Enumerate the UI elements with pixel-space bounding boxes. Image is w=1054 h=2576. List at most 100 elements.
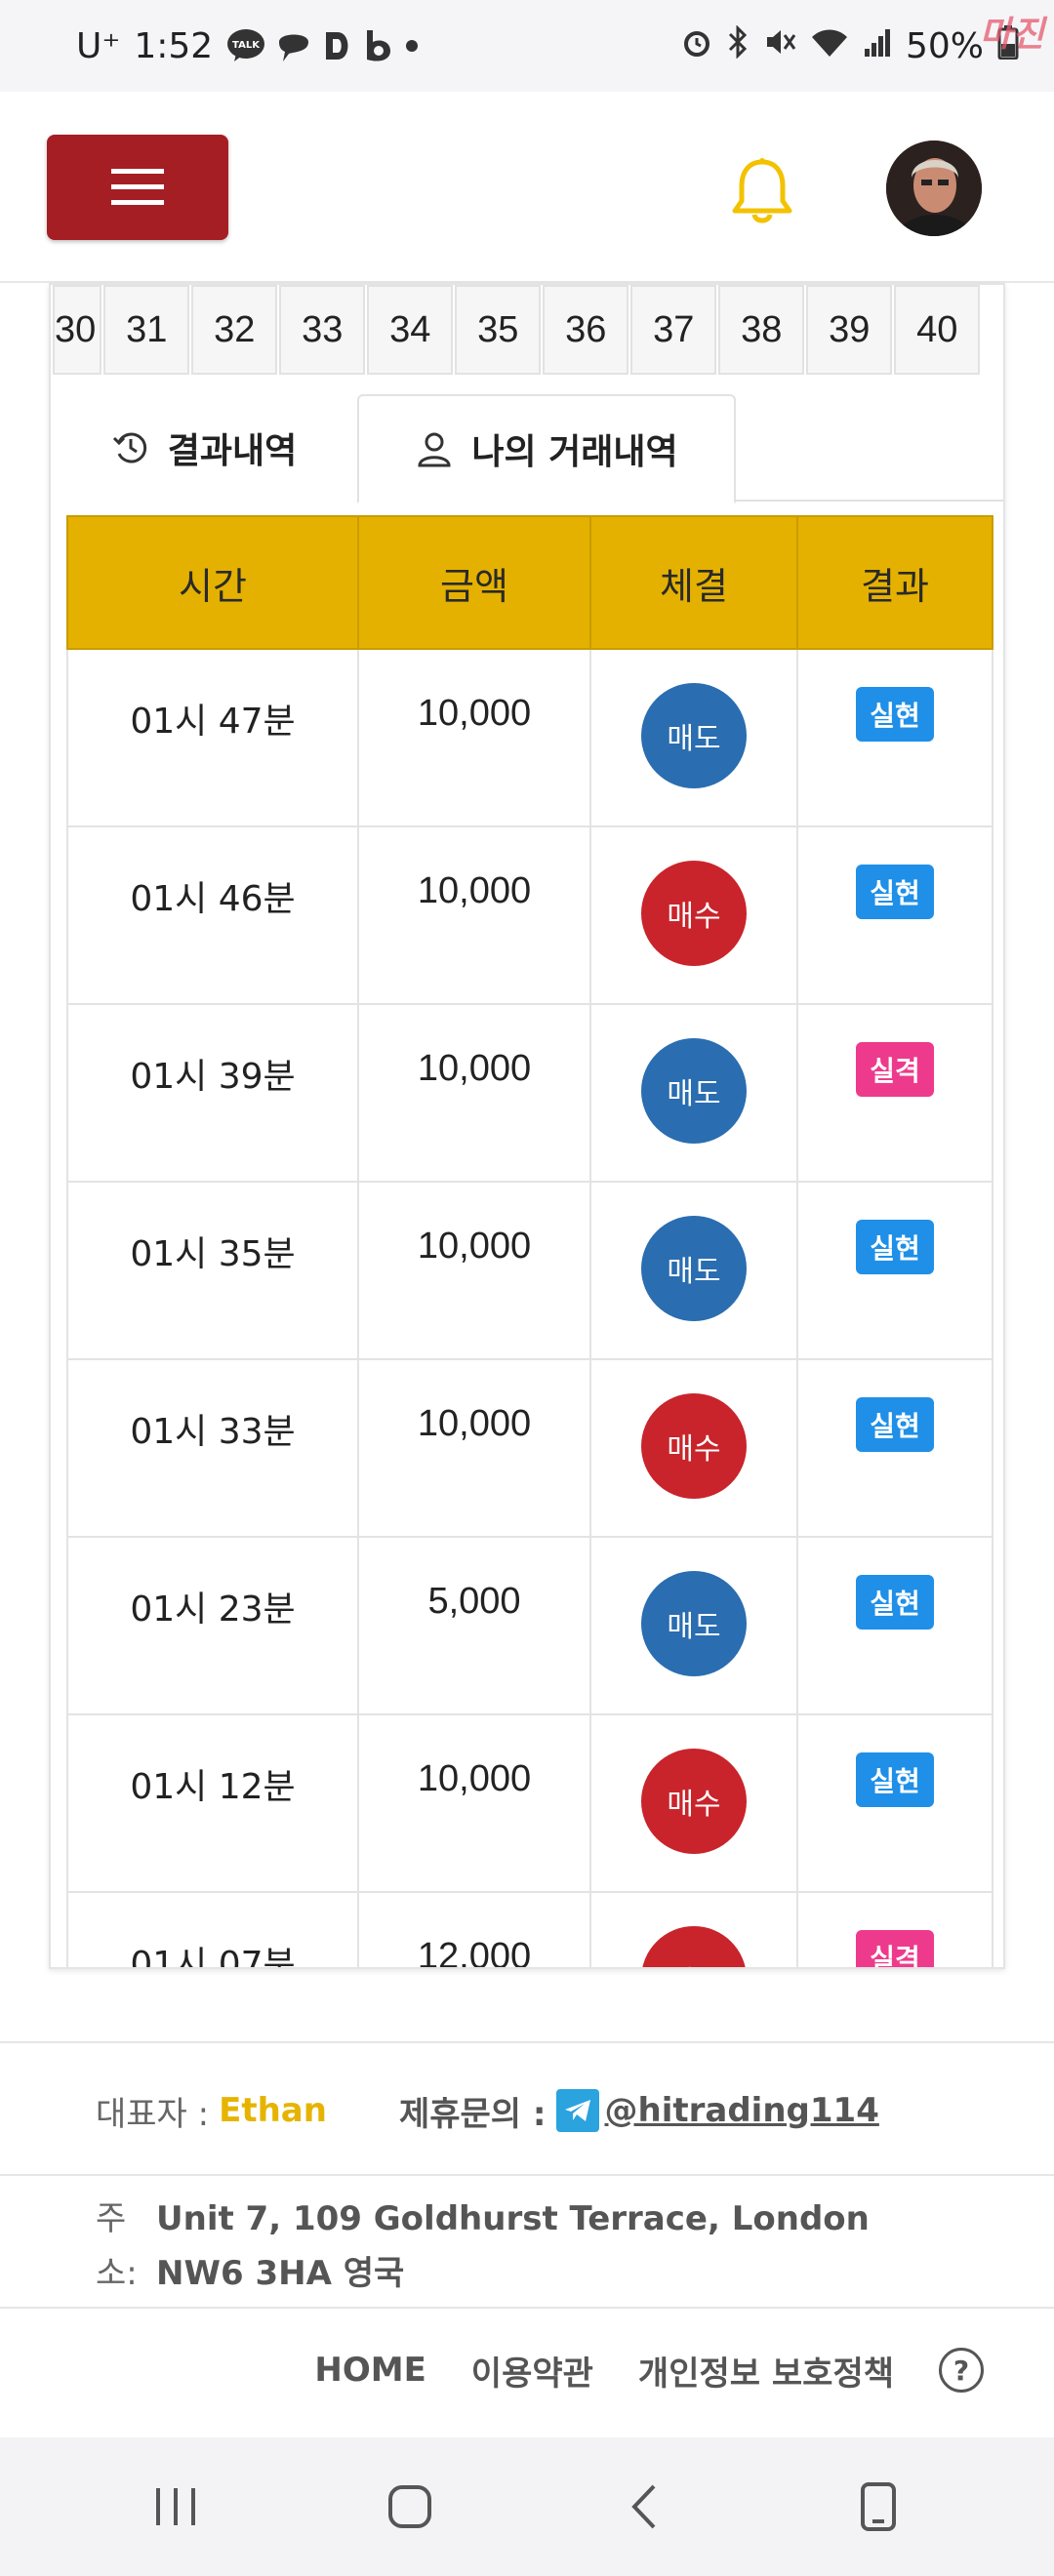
page-number[interactable]: 37 [630, 285, 717, 375]
cell-time: 01시 07분 [66, 1891, 359, 1967]
sell-badge: 매도 [641, 1571, 747, 1676]
page-number[interactable]: 40 [894, 285, 981, 375]
page-number[interactable]: 38 [718, 285, 805, 375]
cell-amount: 10,000 [357, 1713, 591, 1893]
page-number[interactable]: 32 [191, 285, 278, 375]
cell-amount: 5,000 [357, 1536, 591, 1715]
sell-badge: 매도 [641, 1038, 747, 1144]
column-header-time: 시간 [66, 515, 359, 650]
cell-trade: 매도 [589, 1003, 798, 1183]
table-row: 01시 47분 10,000 매도 실현 [66, 648, 993, 827]
tab-my-trades-label: 나의 거래내역 [471, 432, 678, 472]
address-line-1: Unit 7, 109 Goldhurst Terrace, London [156, 2199, 870, 2238]
signal-icon [863, 25, 892, 67]
cell-amount: 10,000 [357, 1003, 591, 1183]
address-label-line-1: 주 [96, 2199, 127, 2238]
column-header-result: 결과 [796, 515, 993, 650]
page-number[interactable]: 30 [53, 285, 102, 375]
representative-name: Ethan [219, 2091, 327, 2130]
carrier-label: U⁺ [76, 25, 121, 66]
alarm-icon [681, 26, 712, 66]
telegram-icon [555, 2089, 599, 2132]
home-circle-icon [388, 2485, 431, 2528]
history-icon [112, 432, 146, 463]
page-number[interactable]: 39 [806, 285, 893, 375]
menu-button[interactable] [47, 135, 228, 240]
help-icon[interactable]: ? [939, 2348, 984, 2393]
chat-bubble-icon [275, 28, 312, 63]
status-badge-realized: 실현 [856, 687, 934, 742]
tab-results-label: 결과내역 [167, 431, 298, 471]
page-number[interactable]: 33 [279, 285, 366, 375]
buy-badge: 매수 [641, 861, 747, 966]
cell-time: 01시 12분 [66, 1713, 359, 1893]
footer-divider [0, 2307, 1054, 2309]
hamburger-icon [111, 169, 164, 205]
buy-badge: 매수 [641, 1926, 747, 1967]
cell-time: 01시 39분 [66, 1003, 359, 1183]
status-badge-realized: 실현 [856, 1397, 934, 1452]
status-badge-realized: 실현 [856, 865, 934, 919]
talk-icon: TALK [226, 28, 265, 63]
status-badge-disqualified: 실격 [856, 1930, 934, 1967]
cell-trade: 매수 [589, 1891, 798, 1967]
user-outline-icon [418, 432, 451, 467]
battery-percent: 50% [905, 25, 984, 66]
cell-result: 실현 [796, 1713, 993, 1893]
address-label-line-2: 소: [96, 2254, 138, 2293]
address-label: 주 소: [96, 2192, 156, 2301]
d-app-icon [322, 28, 353, 63]
table-row: 01시 39분 10,000 매도 실격 [66, 1003, 993, 1183]
user-avatar[interactable] [886, 141, 982, 236]
mute-icon [763, 25, 796, 67]
cell-result: 실격 [796, 1891, 993, 1967]
terms-link[interactable]: 이용약관 [471, 2347, 593, 2395]
page-selector: 30 31 32 33 34 35 36 37 38 39 40 [51, 285, 1003, 375]
tab-my-trades[interactable]: 나의 거래내역 [357, 394, 736, 503]
sell-badge: 매도 [641, 1216, 747, 1321]
notification-icons: TALK [226, 28, 420, 63]
bell-icon[interactable] [730, 156, 794, 224]
status-bar: U⁺ 1:52 TALK 50% 마진 [0, 0, 1054, 92]
page-number[interactable]: 35 [455, 285, 542, 375]
cell-time: 01시 47분 [66, 648, 359, 827]
table-row: 01시 23분 5,000 매도 실현 [66, 1536, 993, 1715]
cell-trade: 매도 [589, 1181, 798, 1360]
cell-result: 실현 [796, 648, 993, 827]
cell-result: 실현 [796, 825, 993, 1005]
more-notifications-dot [404, 38, 420, 54]
cell-trade: 매도 [589, 1536, 798, 1715]
footer-address: 주 소: Unit 7, 109 Goldhurst Terrace, Lond… [96, 2192, 974, 2301]
home-link[interactable]: HOME [314, 2351, 426, 2390]
page-number[interactable]: 36 [543, 285, 629, 375]
home-button[interactable] [371, 2468, 449, 2546]
back-button[interactable] [605, 2468, 683, 2546]
recent-apps-button[interactable] [137, 2468, 215, 2546]
table-row: 01시 12분 10,000 매수 실현 [66, 1713, 993, 1893]
status-right: 50% [681, 23, 1019, 68]
cell-amount: 10,000 [357, 1358, 591, 1538]
address-line-2: NW6 3HA 영국 [156, 2254, 405, 2293]
cell-time: 01시 46분 [66, 825, 359, 1005]
table-row: 01시 46분 10,000 매수 실현 [66, 825, 993, 1005]
b-app-icon [363, 28, 394, 63]
watermark-logo: 마진 [979, 15, 1044, 55]
tab-bar: 결과내역 나의 거래내역 [51, 394, 1003, 503]
page-number[interactable]: 31 [103, 285, 190, 375]
cell-trade: 매수 [589, 1358, 798, 1538]
status-badge-disqualified: 실격 [856, 1042, 934, 1097]
telegram-handle-link[interactable]: @hitrading114 [605, 2091, 879, 2130]
page-number[interactable]: 34 [367, 285, 454, 375]
tab-results[interactable]: 결과내역 [51, 394, 357, 502]
cell-amount: 12,000 [357, 1891, 591, 1967]
svg-text:TALK: TALK [232, 40, 261, 51]
trade-table: 시간 금액 체결 결과 01시 47분 10,000 매도 실현 01시 46분 10,0… [66, 515, 993, 1967]
app-header [0, 92, 1054, 283]
privacy-policy-link[interactable]: 개인정보 보호정책 [638, 2347, 894, 2395]
cell-amount: 10,000 [357, 1181, 591, 1360]
cell-amount: 10,000 [357, 825, 591, 1005]
footer-contact-row: 대표자 : Ethan 제휴문의 : @hitrading114 [96, 2086, 879, 2135]
status-badge-realized: 실현 [856, 1220, 934, 1274]
cell-trade: 매수 [589, 825, 798, 1005]
keyboard-toggle-button[interactable] [839, 2468, 917, 2546]
